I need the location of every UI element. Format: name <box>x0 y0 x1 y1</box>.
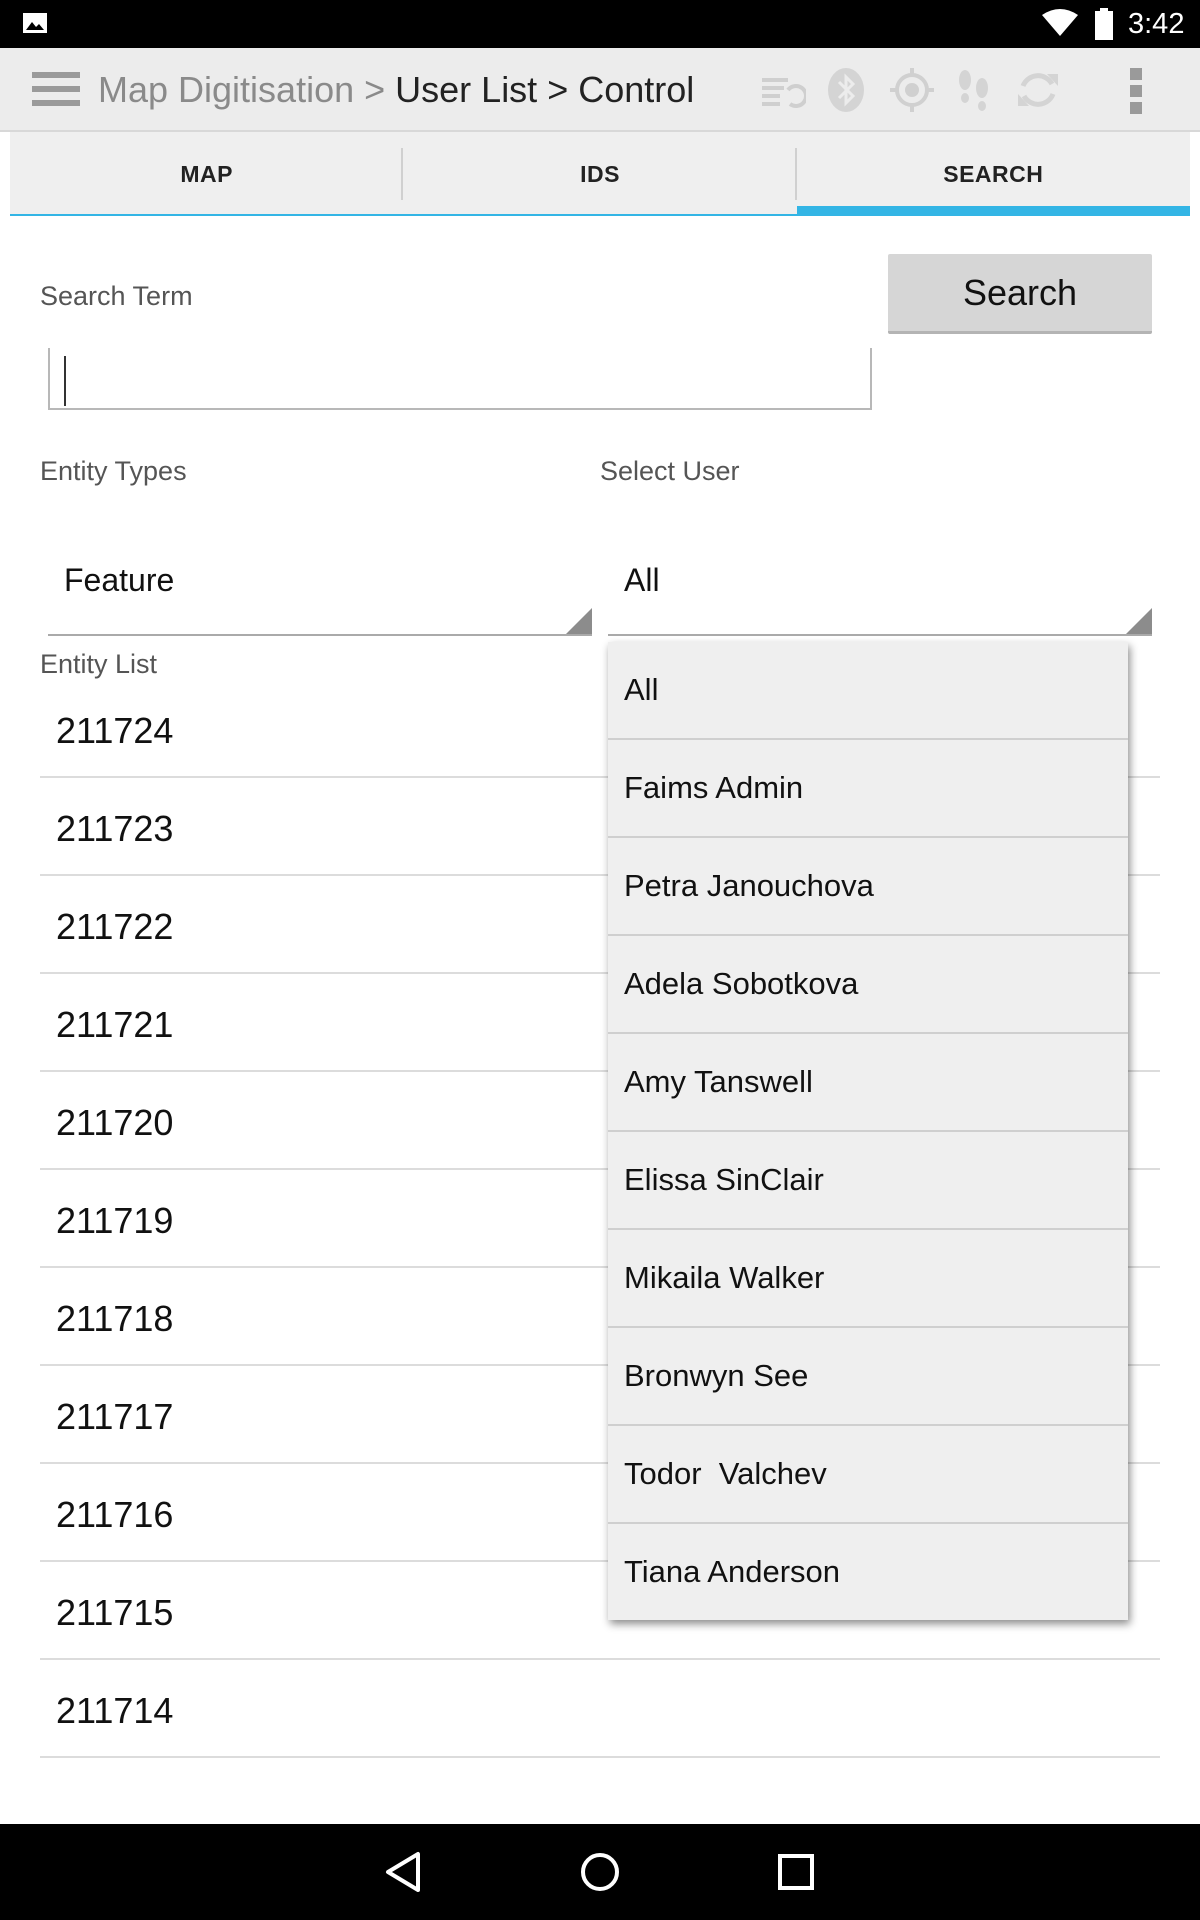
recent-apps-icon[interactable] <box>772 1848 820 1896</box>
tab-map-label: MAP <box>180 160 233 187</box>
wifi-icon <box>1042 9 1078 36</box>
list-item-label: 211717 <box>56 1396 174 1437</box>
breadcrumb-current: User List > Control <box>395 69 695 110</box>
dropdown-option[interactable]: Adela Sobotkova <box>608 936 1128 1034</box>
text-cursor <box>64 356 66 406</box>
list-item-label: 211715 <box>56 1592 174 1633</box>
bluetooth-icon[interactable] <box>822 66 870 114</box>
home-icon[interactable] <box>576 1848 624 1896</box>
dropdown-option-label: Amy Tanswell <box>624 1064 813 1099</box>
dropdown-option-label: All <box>624 672 659 707</box>
dropdown-option-label: Petra Janouchova <box>624 868 874 903</box>
dropdown-option[interactable]: Faims Admin <box>608 740 1128 838</box>
entity-types-label: Entity Types <box>40 456 187 486</box>
list-item-label: 211714 <box>56 1690 174 1731</box>
list-item-label: 211720 <box>56 1102 174 1143</box>
dropdown-option[interactable]: Amy Tanswell <box>608 1034 1128 1132</box>
tab-search-label: SEARCH <box>943 160 1044 187</box>
list-item[interactable]: 211714 <box>40 1660 1160 1758</box>
tab-search[interactable]: SEARCH <box>796 132 1191 216</box>
list-item-label: 211718 <box>56 1298 174 1339</box>
select-user-label: Select User <box>600 456 740 486</box>
dropdown-corner-icon <box>1126 608 1152 634</box>
tab-bar: MAP IDS SEARCH <box>10 132 1191 216</box>
overflow-menu-icon[interactable] <box>1122 64 1150 118</box>
list-item-label: 211721 <box>56 1004 174 1045</box>
dropdown-option[interactable]: Bronwyn See <box>608 1328 1128 1426</box>
sync-list-icon[interactable] <box>758 66 806 114</box>
dropdown-option[interactable]: All <box>608 642 1128 740</box>
dropdown-option[interactable]: Elissa SinClair <box>608 1132 1128 1230</box>
back-icon[interactable] <box>380 1848 428 1896</box>
battery-icon <box>1095 8 1113 40</box>
search-input[interactable] <box>48 348 872 410</box>
entity-list-label: Entity List <box>40 649 158 679</box>
dropdown-option-label: Bronwyn See <box>624 1358 809 1393</box>
select-user-dropdown: All Faims Admin Petra Janouchova Adela S… <box>608 642 1128 1620</box>
breadcrumb-app[interactable]: Map Digitisation <box>98 69 354 110</box>
dropdown-option-label: Elissa SinClair <box>624 1162 824 1197</box>
tab-ids-label: IDS <box>580 160 620 187</box>
list-item-label: 211716 <box>56 1494 174 1535</box>
tab-ids[interactable]: IDS <box>403 132 797 216</box>
list-item-label: 211719 <box>56 1200 174 1241</box>
entity-types-value: Feature <box>64 562 175 598</box>
tab-map[interactable]: MAP <box>10 132 404 216</box>
status-time: 3:42 <box>1128 8 1185 40</box>
select-user-value: All <box>624 562 660 598</box>
dropdown-option-label: Mikaila Walker <box>624 1260 825 1295</box>
select-user-spinner[interactable]: All <box>608 538 1152 636</box>
dropdown-option-label: Faims Admin <box>624 770 804 805</box>
breadcrumb: Map Digitisation > User List > Control <box>98 70 694 110</box>
dropdown-option-label: Todor Valchev <box>624 1456 827 1491</box>
sync-icon[interactable] <box>1014 66 1062 114</box>
action-bar: Map Digitisation > User List > Control <box>0 48 1200 132</box>
dropdown-option[interactable]: Todor Valchev <box>608 1426 1128 1524</box>
dropdown-option[interactable]: Tiana Anderson <box>608 1524 1128 1620</box>
status-bar: 3:42 <box>0 0 1200 48</box>
list-item-label: 211724 <box>56 710 174 751</box>
list-item-label: 211722 <box>56 906 174 947</box>
dropdown-option-label: Tiana Anderson <box>624 1554 841 1589</box>
hamburger-menu-icon[interactable] <box>30 68 82 110</box>
gps-icon[interactable] <box>888 66 936 114</box>
search-term-label: Search Term <box>40 281 193 311</box>
navigation-bar <box>0 1824 1200 1920</box>
dropdown-option[interactable]: Mikaila Walker <box>608 1230 1128 1328</box>
search-button[interactable]: Search <box>888 254 1152 334</box>
entity-types-spinner[interactable]: Feature <box>48 538 592 636</box>
dropdown-option[interactable]: Petra Janouchova <box>608 838 1128 936</box>
image-notification-icon <box>23 13 47 33</box>
list-item-label: 211723 <box>56 808 174 849</box>
dropdown-option-label: Adela Sobotkova <box>624 966 859 1001</box>
breadcrumb-separator: > <box>354 69 396 110</box>
dropdown-corner-icon <box>566 608 592 634</box>
tracker-footsteps-icon[interactable] <box>950 66 998 114</box>
